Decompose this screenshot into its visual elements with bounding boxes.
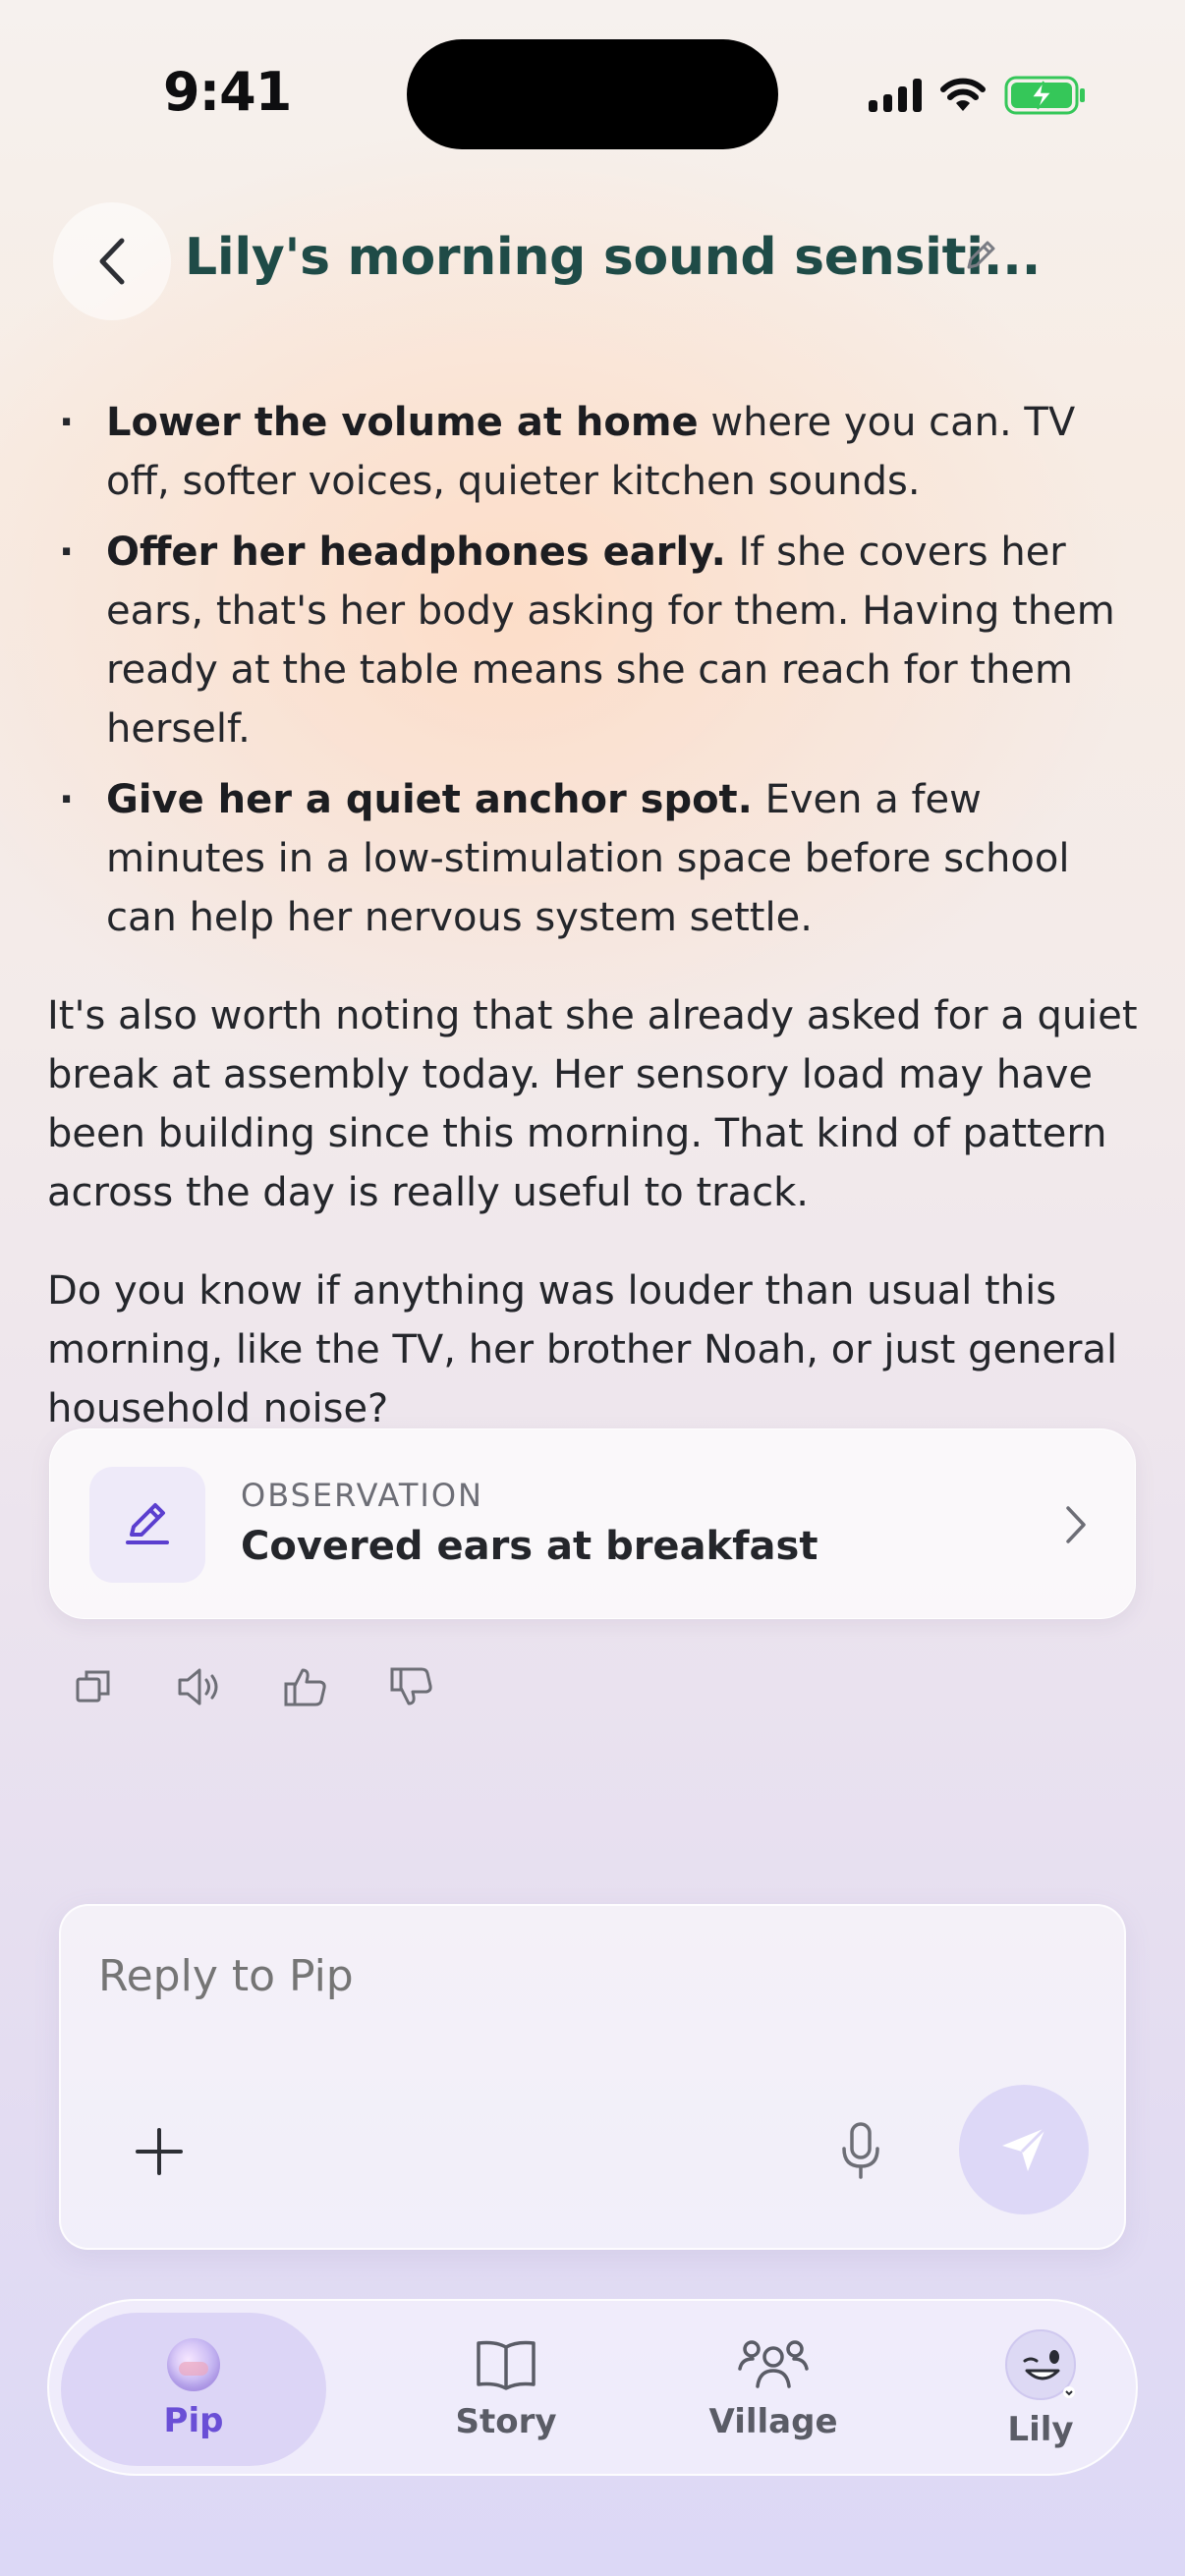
book-icon <box>477 2340 536 2390</box>
plus-icon <box>136 2128 183 2175</box>
reply-composer <box>59 1904 1126 2250</box>
wifi-icon <box>940 78 986 111</box>
dynamic-island <box>407 39 778 149</box>
assistant-message: · Lower the volume at home where you can.… <box>47 393 1138 1438</box>
status-bar: 9:41 <box>0 0 1185 187</box>
cellular-signal-icon <box>869 79 922 112</box>
pencil-icon <box>126 1503 169 1544</box>
thumbs-up-icon <box>284 1668 326 1707</box>
chevron-left-icon <box>99 238 125 285</box>
send-button[interactable] <box>959 2085 1089 2214</box>
microphone-button[interactable] <box>831 2116 890 2185</box>
observation-card[interactable]: OBSERVATION Covered ears at breakfast <box>49 1428 1136 1619</box>
tab-lily[interactable]: Lily <box>908 2313 1173 2466</box>
status-time: 9:41 <box>163 61 292 123</box>
people-icon <box>738 2340 809 2388</box>
thumbs-down-icon <box>390 1667 432 1706</box>
bullet-heading: Offer her headphones early. <box>106 530 726 575</box>
battery-charging-icon <box>1004 76 1085 115</box>
back-button[interactable] <box>53 202 171 320</box>
tab-label: Village <box>708 2402 838 2441</box>
list-item: · Offer her headphones early. If she cove… <box>59 530 1115 752</box>
observation-icon-tile <box>89 1467 205 1583</box>
tab-label: Lily <box>1007 2410 1074 2449</box>
chat-header: Lily's morning sound sensiti... <box>0 202 1185 320</box>
edit-title-pencil-icon[interactable] <box>961 236 1000 275</box>
avatar <box>1005 2329 1076 2400</box>
thumbs-up-button[interactable] <box>281 1662 330 1711</box>
chevron-right-icon <box>1066 1506 1086 1543</box>
bullet-heading: Give her a quiet anchor spot. <box>106 777 753 822</box>
read-aloud-button[interactable] <box>175 1662 224 1711</box>
copy-button[interactable] <box>69 1662 118 1711</box>
tab-village[interactable]: Village <box>641 2313 906 2466</box>
list-item: · Give her a quiet anchor spot. Even a fe… <box>59 777 1070 940</box>
message-actions <box>69 1662 436 1711</box>
child-avatar-face-icon <box>1023 2350 1075 2398</box>
tab-label: Pip <box>163 2401 224 2440</box>
microphone-icon <box>842 2122 879 2179</box>
observation-title: Covered ears at breakfast <box>241 1524 818 1569</box>
tab-pip[interactable]: Pip <box>61 2313 326 2466</box>
page-title[interactable]: Lily's morning sound sensiti... <box>185 228 1041 287</box>
reply-input[interactable] <box>98 1951 983 2001</box>
copy-icon <box>76 1670 110 1703</box>
message-paragraph: It's also worth noting that she already … <box>47 993 1138 1215</box>
add-attachment-button[interactable] <box>128 2120 191 2183</box>
tab-label: Story <box>455 2402 557 2441</box>
tab-story[interactable]: Story <box>373 2313 639 2466</box>
suggestion-list: · Lower the volume at home where you can.… <box>47 393 1138 947</box>
pip-orb-icon <box>167 2338 220 2391</box>
observation-label: OBSERVATION <box>241 1477 483 1514</box>
thumbs-down-button[interactable] <box>387 1662 436 1711</box>
tab-bar: Pip Story Village Lily <box>47 2299 1138 2476</box>
message-question: Do you know if anything was louder than … <box>47 1268 1118 1431</box>
status-icons <box>869 71 1087 120</box>
bullet-heading: Lower the volume at home <box>106 400 699 445</box>
send-icon <box>1002 2126 1047 2171</box>
speaker-icon <box>178 1668 218 1706</box>
list-item: · Lower the volume at home where you can.… <box>59 400 1076 504</box>
